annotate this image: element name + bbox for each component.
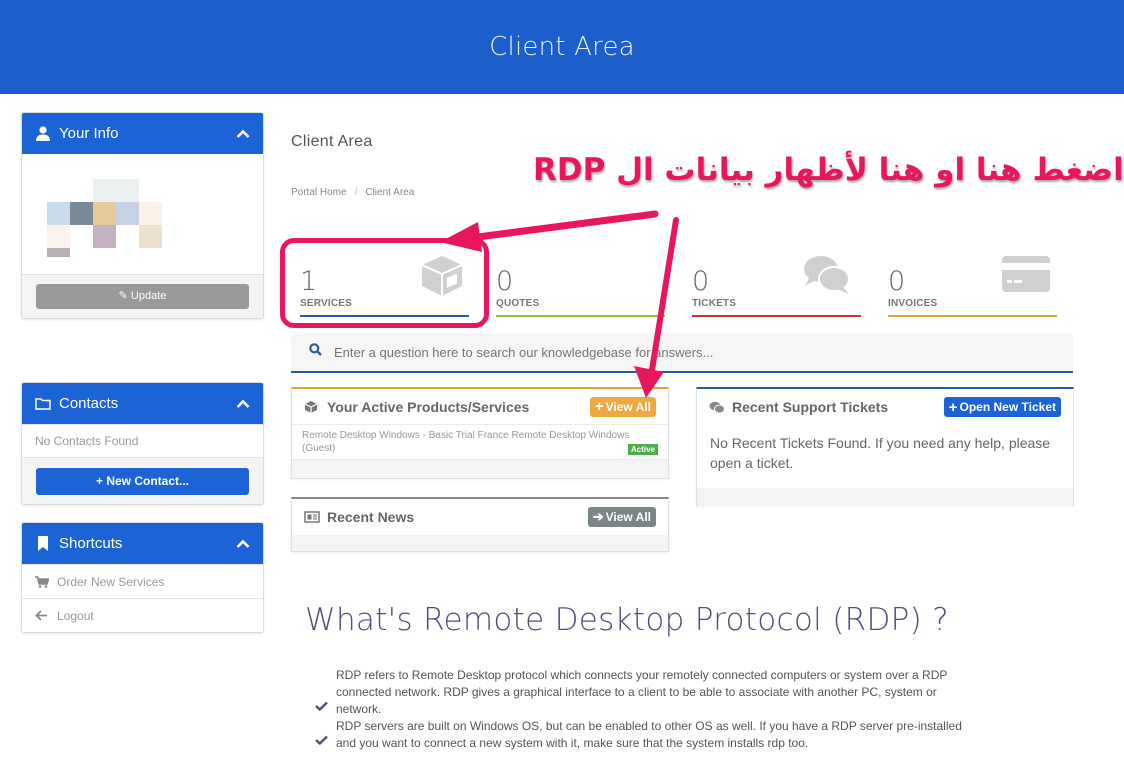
header-title: Client Area — [489, 32, 635, 62]
active-products-card: Your Active Products/Services + View All… — [291, 387, 669, 479]
comments-icon — [801, 254, 853, 301]
arrow-right-icon: ➔ — [592, 509, 604, 524]
no-contacts-text: No Contacts Found — [22, 424, 263, 457]
recent-tickets-title: Recent Support Tickets — [732, 399, 889, 415]
stat-bar — [888, 315, 1057, 317]
stat-bar — [692, 315, 861, 317]
user-icon — [34, 126, 52, 142]
shortcuts-header[interactable]: Shortcuts — [22, 523, 263, 564]
breadcrumb-portal-home[interactable]: Portal Home — [291, 187, 347, 198]
your-info-header[interactable]: Your Info — [22, 113, 263, 154]
folder-icon — [34, 396, 52, 412]
arrow-left-icon — [35, 610, 51, 621]
chevron-up-icon[interactable] — [235, 396, 251, 412]
bookmark-icon — [34, 536, 52, 552]
cart-icon — [35, 575, 51, 588]
your-info-title: Your Info — [59, 125, 119, 142]
breadcrumb: Portal Home / Client Area — [291, 187, 414, 198]
news-view-all-button[interactable]: ➔ View All — [587, 507, 656, 527]
plus-icon: + — [594, 398, 604, 415]
recent-news-title: Recent News — [327, 509, 415, 525]
shortcuts-title: Shortcuts — [59, 535, 123, 552]
comments-icon — [709, 401, 725, 414]
breadcrumb-client-area: Client Area — [365, 187, 415, 198]
knowledgebase-search — [291, 333, 1073, 373]
search-input[interactable] — [334, 344, 1034, 360]
check-icon — [315, 732, 329, 750]
contacts-header[interactable]: Contacts — [22, 383, 263, 424]
top-header: Client Area — [0, 0, 1124, 94]
page-title: Client Area — [291, 133, 373, 150]
stat-tickets[interactable]: 0 TICKETS — [683, 250, 861, 320]
blurred-user-info — [22, 154, 263, 274]
contacts-title: Contacts — [59, 395, 119, 412]
credit-card-icon — [1001, 254, 1051, 299]
new-contact-button[interactable]: + New Contact... — [36, 468, 249, 495]
open-new-ticket-button[interactable]: + Open New Ticket — [943, 397, 1061, 417]
product-row[interactable]: Remote Desktop Windows - Basic Trial Fra… — [292, 425, 668, 460]
plus-icon: + — [948, 398, 958, 416]
recent-tickets-card: Recent Support Tickets + Open New Ticket… — [696, 387, 1074, 506]
no-tickets-text: No Recent Tickets Found. If you need any… — [710, 435, 1051, 471]
product-name: Remote Desktop Windows - Basic Trial Fra… — [302, 430, 630, 454]
newspaper-icon — [304, 511, 320, 523]
rdp-feature-item: RDP refers to Remote Desktop protocol wh… — [315, 667, 985, 718]
search-icon — [309, 343, 322, 361]
active-products-title: Your Active Products/Services — [327, 398, 530, 415]
update-button[interactable]: ✎ Update — [36, 284, 249, 309]
contacts-panel: Contacts No Contacts Found + New Contact… — [21, 382, 264, 505]
check-icon — [315, 698, 329, 716]
stat-bar — [496, 315, 665, 317]
your-info-panel: Your Info ✎ Update — [21, 112, 264, 319]
recent-news-card: Recent News ➔ View All — [291, 497, 669, 552]
stat-invoices[interactable]: 0 INVOICES — [879, 250, 1057, 320]
chevron-up-icon[interactable] — [235, 126, 251, 142]
pencil-icon: ✎ — [118, 290, 128, 302]
products-view-all-button[interactable]: + View All — [589, 396, 656, 417]
breadcrumb-separator: / — [354, 187, 358, 198]
shortcuts-panel: Shortcuts Order New Services Logout — [21, 522, 264, 633]
rdp-heading: What's Remote Desktop Protocol (RDP) ? — [305, 602, 949, 638]
shortcut-order-new-services[interactable]: Order New Services — [22, 564, 263, 598]
plus-icon: + — [95, 474, 103, 488]
shortcut-logout[interactable]: Logout — [22, 598, 263, 632]
annotation-highlight-box — [280, 238, 489, 328]
annotation-text: اضغط هنا او هنا لأظهار بيانات ال RDP — [533, 152, 1124, 188]
stat-quotes[interactable]: 0 QUOTES — [487, 250, 665, 320]
rdp-feature-item: RDP servers are built on Windows OS, but… — [315, 718, 985, 752]
cube-icon — [304, 400, 320, 414]
status-badge: Active — [627, 444, 658, 455]
chevron-up-icon[interactable] — [235, 536, 251, 552]
